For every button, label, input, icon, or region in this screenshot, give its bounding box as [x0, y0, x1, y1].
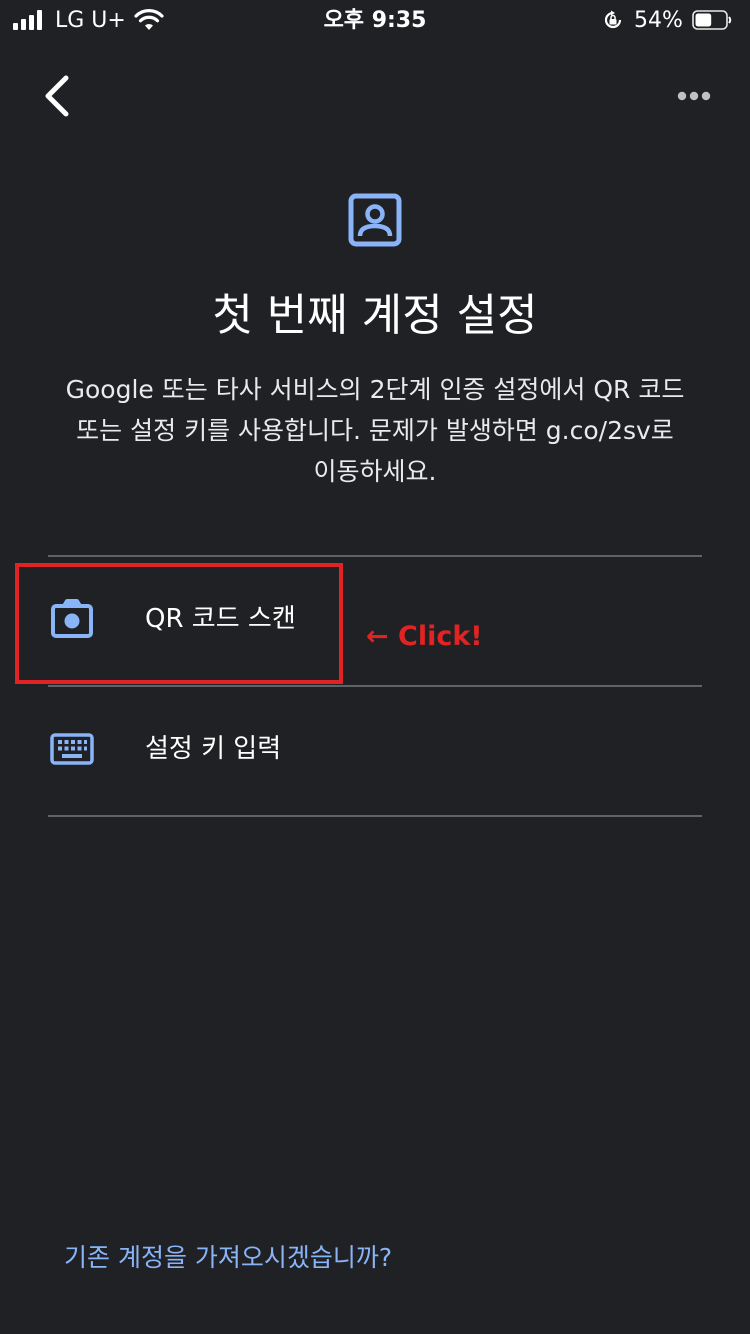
- page-title: 첫 번째 계정 설정: [212, 290, 538, 341]
- enter-setup-key-option[interactable]: 설정 키 입력: [48, 687, 702, 815]
- enter-setup-key-label: 설정 키 입력: [145, 734, 282, 764]
- divider: [48, 815, 702, 817]
- more-horizontal-icon: [677, 91, 711, 101]
- click-annotation: ← Click!: [366, 621, 483, 652]
- battery-percent: 54%: [634, 8, 683, 33]
- account-box-icon: [348, 193, 402, 247]
- description-line: 이동하세요.: [313, 457, 437, 486]
- chevron-left-icon: [45, 75, 69, 117]
- rotation-lock-icon: [604, 10, 622, 29]
- import-existing-accounts-link[interactable]: 기존 계정을 가져오시겠습니까?: [64, 1241, 392, 1275]
- description-line: 또는 설정 키를 사용합니다. 문제가 발생하면 g.co/2sv로: [76, 416, 674, 445]
- status-bar: LG U+ 오후 9:35 54%: [0, 0, 750, 42]
- more-options-button[interactable]: [668, 76, 720, 116]
- description: Google 또는 타사 서비스의 2단계 인증 설정에서 QR 코드 또는 설…: [40, 369, 710, 492]
- back-button[interactable]: [30, 66, 86, 126]
- description-line: Google 또는 타사 서비스의 2단계 인증 설정에서 QR 코드: [65, 375, 685, 404]
- keyboard-icon: [50, 733, 94, 765]
- battery-icon: [692, 10, 732, 30]
- highlight-box: [15, 563, 343, 684]
